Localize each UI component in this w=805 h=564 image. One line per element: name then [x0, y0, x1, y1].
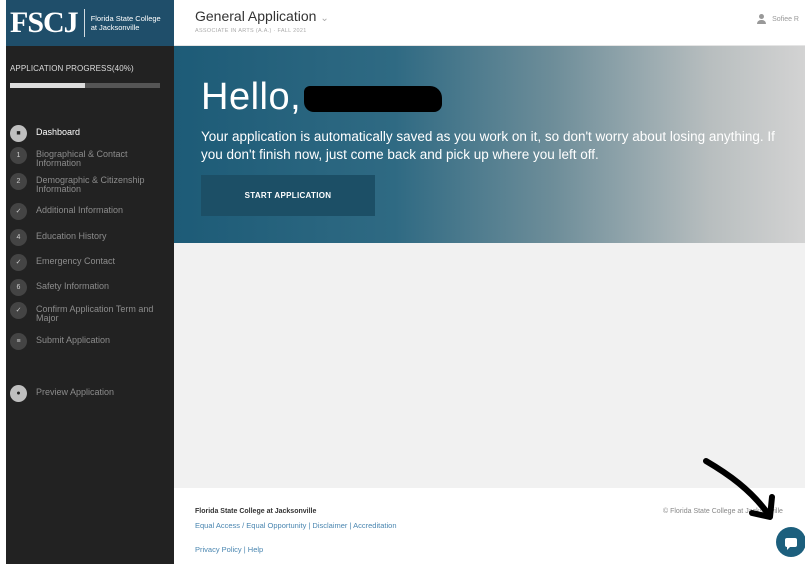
footer-policy-links[interactable]: Equal Access / Equal Opportunity | Discl…: [195, 521, 397, 530]
nav-label: Additional Information: [36, 205, 124, 215]
logo-line-1: Florida State College: [90, 14, 161, 23]
check-icon: ✓: [10, 203, 27, 220]
progress-title: APPLICATION PROGRESS(40%): [10, 64, 134, 73]
nav-label: Dashboard: [36, 127, 81, 137]
nav-item-emergency[interactable]: ✓ Emergency Contact: [6, 254, 156, 271]
check-icon: ✓: [10, 254, 27, 271]
nav-label: Safety Information: [36, 281, 110, 291]
welcome-banner: Hello, Your application is automatically…: [174, 46, 805, 243]
greeting: Hello,: [201, 76, 302, 118]
application-progress: APPLICATION PROGRESS(40%): [6, 46, 174, 88]
nav-label: Submit Application: [36, 335, 111, 345]
nav-item-confirm-term[interactable]: ✓ Confirm Application Term and Major: [6, 302, 156, 323]
user-menu[interactable]: Sofiee R: [757, 14, 799, 24]
user-name: Sofiee R: [772, 15, 799, 23]
footer-help-links[interactable]: Privacy Policy | Help: [195, 545, 263, 554]
annotation-arrow-icon: [703, 458, 775, 520]
nav-item-submit[interactable]: ≡ Submit Application: [6, 333, 156, 350]
nav-item-preview[interactable]: ● Preview Application: [6, 385, 156, 402]
step-number-icon: 4: [10, 229, 27, 246]
nav-item-biographical[interactable]: 1 Biographical & Contact Information: [6, 147, 156, 168]
chevron-down-icon: ⌄: [320, 13, 329, 24]
main-content-area: [174, 243, 805, 488]
preview-icon: ●: [10, 385, 27, 402]
logo-divider: [83, 9, 85, 37]
autosave-message: Your application is automatically saved …: [201, 129, 775, 162]
logo-mark: FSCJ: [10, 6, 79, 39]
nav-item-demographic[interactable]: 2 Demographic & Citizenship Information: [6, 173, 156, 194]
nav-item-education[interactable]: 4 Education History: [6, 229, 156, 246]
logo-text: Florida State College at Jacksonville: [91, 14, 161, 32]
nav-label: Biographical & Contact Information: [36, 149, 128, 168]
sidebar: FSCJ Florida State College at Jacksonvil…: [6, 0, 174, 564]
step-number-icon: 2: [10, 173, 27, 190]
application-subtitle: ASSOCIATE IN ARTS (A.A.) · FALL 2021: [195, 28, 307, 34]
step-number-icon: 1: [10, 147, 27, 164]
start-application-button[interactable]: START APPLICATION: [201, 175, 375, 216]
progress-track: [10, 83, 160, 88]
user-icon: [757, 14, 767, 24]
progress-fill: [10, 83, 85, 88]
chat-bubble-icon: [785, 537, 797, 550]
check-icon: ✓: [10, 302, 27, 319]
page-title: General Application: [195, 8, 317, 24]
chat-button[interactable]: [776, 527, 805, 557]
nav-item-additional[interactable]: ✓ Additional Information: [6, 203, 156, 220]
redacted-name: [304, 86, 442, 112]
nav-label: Education History: [36, 231, 107, 241]
step-number-icon: 6: [10, 279, 27, 296]
college-logo[interactable]: FSCJ Florida State College at Jacksonvil…: [6, 0, 174, 46]
nav-item-dashboard[interactable]: ■ Dashboard: [6, 125, 156, 142]
nav-item-safety[interactable]: 6 Safety Information: [6, 279, 156, 296]
footer-college-name: Florida State College at Jacksonville: [195, 508, 317, 515]
dashboard-icon: ■: [10, 125, 27, 142]
nav-label: Confirm Application Term and Major: [36, 304, 154, 323]
nav-label: Emergency Contact: [36, 256, 116, 266]
application-title-dropdown[interactable]: General Application ⌄: [195, 8, 329, 24]
list-icon: ≡: [10, 333, 27, 350]
logo-line-2: at Jacksonville: [90, 23, 140, 32]
nav-label: Preview Application: [36, 387, 115, 397]
nav-label: Demographic & Citizenship Information: [36, 175, 145, 194]
page-header: General Application ⌄ ASSOCIATE IN ARTS (…: [174, 0, 805, 46]
